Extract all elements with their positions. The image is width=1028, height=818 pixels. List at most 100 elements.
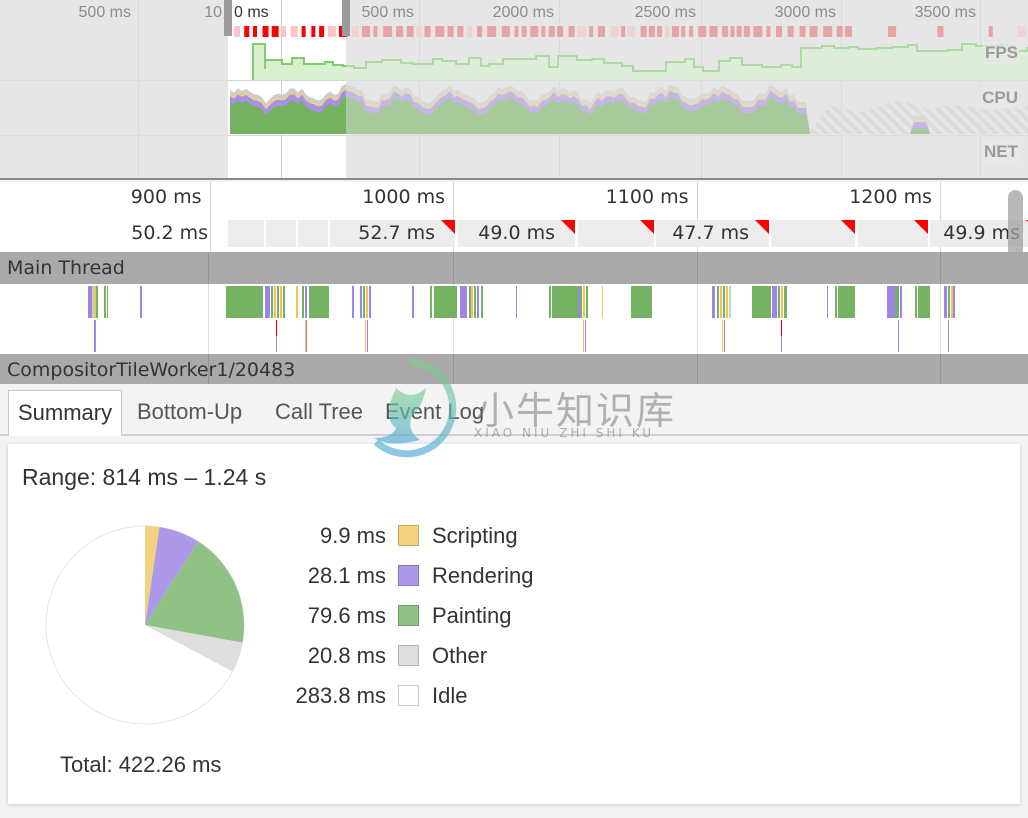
flame-event[interactable] bbox=[915, 286, 917, 318]
flame-event[interactable] bbox=[722, 320, 723, 352]
frame-box[interactable] bbox=[858, 220, 928, 247]
tab-event-log[interactable]: Event Log bbox=[376, 390, 493, 436]
flame-event[interactable] bbox=[226, 286, 263, 318]
flame-event[interactable] bbox=[583, 320, 584, 352]
flame-event[interactable] bbox=[720, 286, 722, 318]
legend-swatch bbox=[398, 685, 419, 706]
flame-event[interactable] bbox=[944, 286, 947, 318]
flame-event[interactable] bbox=[887, 286, 895, 318]
flame-event[interactable] bbox=[276, 320, 277, 336]
flame-event[interactable] bbox=[363, 286, 365, 318]
flame-event[interactable] bbox=[838, 286, 855, 318]
frame-marker bbox=[311, 26, 316, 37]
flame-event[interactable] bbox=[712, 286, 715, 318]
tab-bottom-up[interactable]: Bottom-Up bbox=[128, 390, 251, 436]
flame-event[interactable] bbox=[717, 286, 719, 318]
frame-box[interactable]: 47.7 ms bbox=[656, 220, 769, 247]
main-thread-track-header[interactable]: Main Thread bbox=[0, 252, 1028, 284]
frame-box[interactable] bbox=[578, 220, 654, 247]
vertical-scrollbar[interactable] bbox=[1008, 190, 1023, 258]
flame-event[interactable] bbox=[271, 286, 273, 318]
flame-event[interactable] bbox=[430, 286, 432, 318]
flame-event[interactable] bbox=[900, 286, 902, 318]
flame-event[interactable] bbox=[481, 286, 483, 318]
flame-event[interactable] bbox=[107, 286, 108, 318]
flame-event[interactable] bbox=[898, 320, 899, 352]
flame-event[interactable] bbox=[948, 320, 949, 352]
flame-event[interactable] bbox=[781, 320, 782, 336]
frame-marker bbox=[244, 26, 250, 37]
flame-event[interactable] bbox=[296, 286, 298, 318]
flame-event[interactable] bbox=[96, 286, 98, 318]
timeline-overview[interactable]: FPS CPU NET 500 ms 10 0 ms 500 ms 2000 ms 250… bbox=[0, 0, 1028, 180]
flame-event[interactable] bbox=[360, 286, 362, 318]
flame-event[interactable] bbox=[918, 286, 930, 318]
frame-marker bbox=[280, 26, 286, 37]
flame-event[interactable] bbox=[477, 286, 479, 318]
flame-event[interactable] bbox=[895, 286, 899, 318]
flame-event[interactable] bbox=[827, 286, 828, 318]
flame-event[interactable] bbox=[726, 286, 728, 318]
flame-grid-line bbox=[208, 284, 209, 354]
flame-event[interactable] bbox=[274, 286, 276, 318]
ruler-grid-line bbox=[209, 182, 211, 252]
flame-event[interactable] bbox=[778, 286, 780, 318]
flame-event[interactable] bbox=[94, 320, 96, 352]
flame-event[interactable] bbox=[602, 286, 603, 318]
flame-event[interactable] bbox=[549, 286, 551, 318]
frame-box[interactable] bbox=[771, 220, 855, 247]
flame-event[interactable] bbox=[352, 286, 354, 318]
flame-event[interactable] bbox=[140, 286, 142, 318]
frame-box[interactable] bbox=[228, 220, 264, 247]
flame-event[interactable] bbox=[781, 336, 782, 352]
flame-event[interactable] bbox=[104, 286, 106, 318]
flame-event[interactable] bbox=[369, 286, 371, 318]
flame-event[interactable] bbox=[280, 286, 282, 318]
flame-event[interactable] bbox=[724, 320, 725, 352]
flame-event[interactable] bbox=[434, 286, 457, 318]
flame-event[interactable] bbox=[283, 286, 285, 318]
flame-event[interactable] bbox=[265, 286, 270, 318]
ruler-time-tick: 1200 ms bbox=[849, 186, 932, 208]
flame-event[interactable] bbox=[366, 286, 368, 318]
flame-event[interactable] bbox=[277, 286, 279, 318]
flame-event[interactable] bbox=[305, 286, 307, 318]
flame-event[interactable] bbox=[754, 286, 771, 318]
flame-event[interactable] bbox=[781, 286, 783, 318]
flame-event[interactable] bbox=[516, 286, 517, 318]
compositor-track-header[interactable]: CompositorTileWorker1/20483 bbox=[0, 354, 1028, 386]
flame-event[interactable] bbox=[471, 286, 473, 318]
frame-box[interactable]: 49.0 ms bbox=[458, 220, 575, 247]
frame-marker bbox=[753, 26, 763, 37]
legend-row-painting: 79.6 ms Painting bbox=[238, 602, 638, 642]
frame-marker bbox=[351, 26, 359, 37]
flame-event[interactable] bbox=[365, 320, 366, 352]
flame-event[interactable] bbox=[412, 286, 414, 318]
flame-event[interactable] bbox=[583, 286, 585, 318]
flame-event[interactable] bbox=[633, 286, 652, 318]
flame-event[interactable] bbox=[953, 286, 955, 318]
flame-event[interactable] bbox=[772, 286, 777, 318]
selection-right-handle[interactable] bbox=[342, 0, 350, 36]
main-thread-flame-chart[interactable] bbox=[0, 284, 1028, 354]
flame-event[interactable] bbox=[460, 286, 467, 318]
flame-event[interactable] bbox=[948, 286, 950, 318]
flame-event[interactable] bbox=[309, 286, 329, 318]
flame-event[interactable] bbox=[786, 286, 787, 318]
flame-event[interactable] bbox=[580, 286, 582, 318]
frame-box[interactable] bbox=[266, 220, 296, 247]
flame-event[interactable] bbox=[552, 286, 578, 318]
frame-box[interactable]: 52.7 ms bbox=[330, 220, 455, 247]
tab-call-tree[interactable]: Call Tree bbox=[266, 390, 372, 436]
frame-box[interactable] bbox=[298, 220, 328, 247]
flame-event[interactable] bbox=[585, 320, 586, 352]
tab-summary[interactable]: Summary bbox=[8, 390, 123, 436]
flame-event[interactable] bbox=[729, 286, 731, 318]
flame-event[interactable] bbox=[723, 286, 725, 318]
flame-event[interactable] bbox=[367, 320, 368, 352]
flame-event[interactable] bbox=[586, 286, 588, 318]
flame-event[interactable] bbox=[474, 286, 476, 318]
flame-event[interactable] bbox=[835, 286, 837, 318]
flame-event[interactable] bbox=[302, 286, 304, 318]
flame-event[interactable] bbox=[306, 320, 307, 352]
